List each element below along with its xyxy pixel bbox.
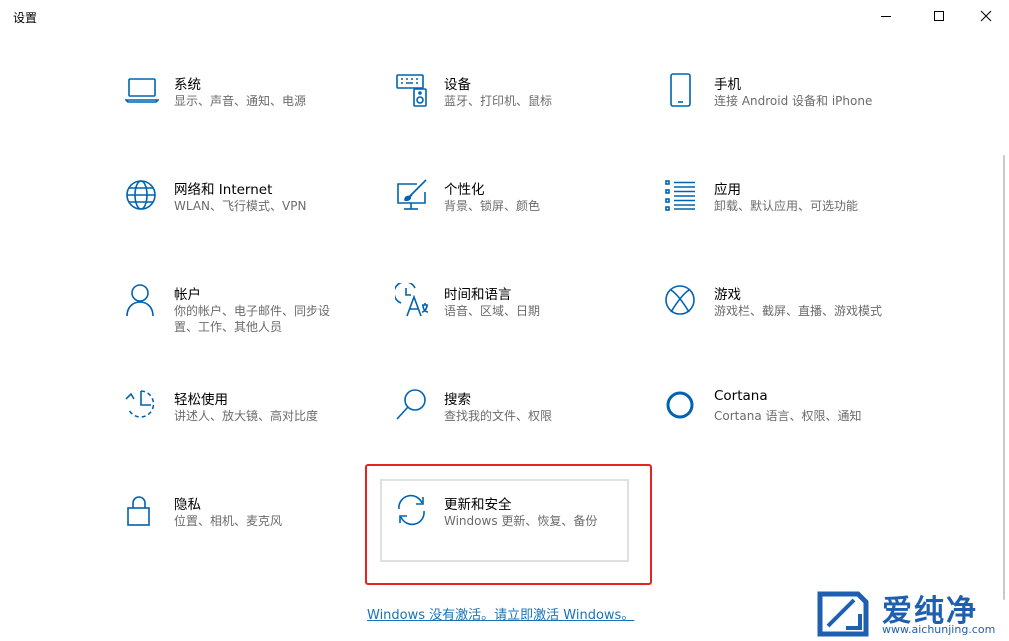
tile-title: 网络和 Internet: [174, 182, 273, 198]
cortana-icon: [665, 388, 699, 422]
settings-tile-cortana[interactable]: Cortana Cortana 语言、权限、通知: [665, 388, 905, 468]
tile-description: 连接 Android 设备和 iPhone: [714, 94, 873, 108]
settings-tile-accounts[interactable]: 帐户 你的帐户、电子邮件、同步设置、工作、其他人员: [125, 283, 365, 363]
settings-tile-privacy[interactable]: 隐私 位置、相机、麦克风: [125, 493, 365, 573]
tile-description: 讲述人、放大镜、高对比度: [174, 409, 319, 423]
settings-tile-search[interactable]: 搜索 查找我的文件、权限: [395, 388, 635, 468]
time-language-icon: [395, 283, 429, 317]
tile-description: 语音、区域、日期: [444, 304, 541, 318]
tile-description: 显示、声音、通知、电源: [174, 94, 307, 108]
tile-title: 隐私: [174, 497, 201, 513]
settings-tile-gaming[interactable]: 游戏 游戏栏、截屏、直播、游戏模式: [665, 283, 905, 363]
settings-tile-apps[interactable]: 应用 卸载、默认应用、可选功能: [665, 178, 905, 258]
tile-description: 游戏栏、截屏、直播、游戏模式: [714, 304, 883, 318]
tile-title: 手机: [714, 77, 741, 93]
activate-windows-link[interactable]: Windows 没有激活。请立即激活 Windows。: [367, 604, 634, 623]
tile-title: 帐户: [174, 287, 201, 303]
tile-title: 时间和语言: [444, 287, 512, 303]
tile-description: 背景、锁屏、颜色: [444, 199, 541, 213]
tile-description: WLAN、飞行模式、VPN: [174, 199, 307, 213]
phone-icon: [665, 73, 699, 107]
window-title: 设置: [13, 11, 38, 25]
tile-title: 系统: [174, 77, 201, 93]
highlight-annotation-box: [365, 464, 652, 585]
ease-of-access-icon: [125, 388, 159, 422]
tile-description: 你的帐户、电子邮件、同步设置、工作、其他人员: [174, 304, 331, 334]
tile-title: 个性化: [444, 182, 485, 198]
title-bar: 设置: [0, 0, 1009, 32]
minimize-icon: [881, 16, 891, 17]
tile-description: Cortana 语言、权限、通知: [714, 409, 862, 423]
search-icon: [395, 388, 429, 422]
watermark-logo: 爱纯净 www.aichunjing.com: [812, 588, 1008, 640]
scrollbar[interactable]: [1003, 155, 1005, 600]
tile-title: 游戏: [714, 287, 741, 303]
person-icon: [125, 283, 159, 317]
settings-tile-ease-of-access[interactable]: 轻松使用 讲述人、放大镜、高对比度: [125, 388, 365, 468]
watermark-mark-icon: [817, 591, 869, 637]
tile-title: 应用: [714, 182, 741, 198]
tile-title: 轻松使用: [174, 392, 228, 408]
tile-title: 设备: [444, 77, 471, 93]
settings-tile-personalization[interactable]: 个性化 背景、锁屏、颜色: [395, 178, 635, 258]
paint-monitor-icon: [395, 178, 429, 212]
settings-tile-devices[interactable]: 设备 蓝牙、打印机、鼠标: [395, 73, 635, 153]
tile-description: 查找我的文件、权限: [444, 409, 553, 423]
globe-icon: [125, 178, 159, 212]
tile-title: 搜索: [444, 392, 471, 408]
settings-tile-time-language[interactable]: 时间和语言 语音、区域、日期: [395, 283, 635, 363]
maximize-icon: [934, 11, 944, 21]
tile-title: Cortana: [714, 388, 768, 404]
tile-description: 位置、相机、麦克风: [174, 514, 283, 528]
lock-icon: [125, 493, 159, 527]
close-icon: [980, 10, 992, 22]
app-list-icon: [665, 178, 699, 212]
keyboard-speaker-icon: [395, 73, 429, 107]
watermark-url: www.aichunjing.com: [882, 623, 996, 636]
tile-description: 蓝牙、打印机、鼠标: [444, 94, 553, 108]
close-button[interactable]: [963, 0, 1009, 32]
minimize-button[interactable]: [863, 0, 909, 32]
tile-description: 卸载、默认应用、可选功能: [714, 199, 859, 213]
settings-tile-system[interactable]: 系统 显示、声音、通知、电源: [125, 73, 365, 153]
settings-tile-phone[interactable]: 手机 连接 Android 设备和 iPhone: [665, 73, 905, 153]
xbox-icon: [665, 283, 699, 317]
settings-tile-network[interactable]: 网络和 Internet WLAN、飞行模式、VPN: [125, 178, 365, 258]
maximize-button[interactable]: [916, 0, 962, 32]
laptop-icon: [125, 73, 159, 107]
